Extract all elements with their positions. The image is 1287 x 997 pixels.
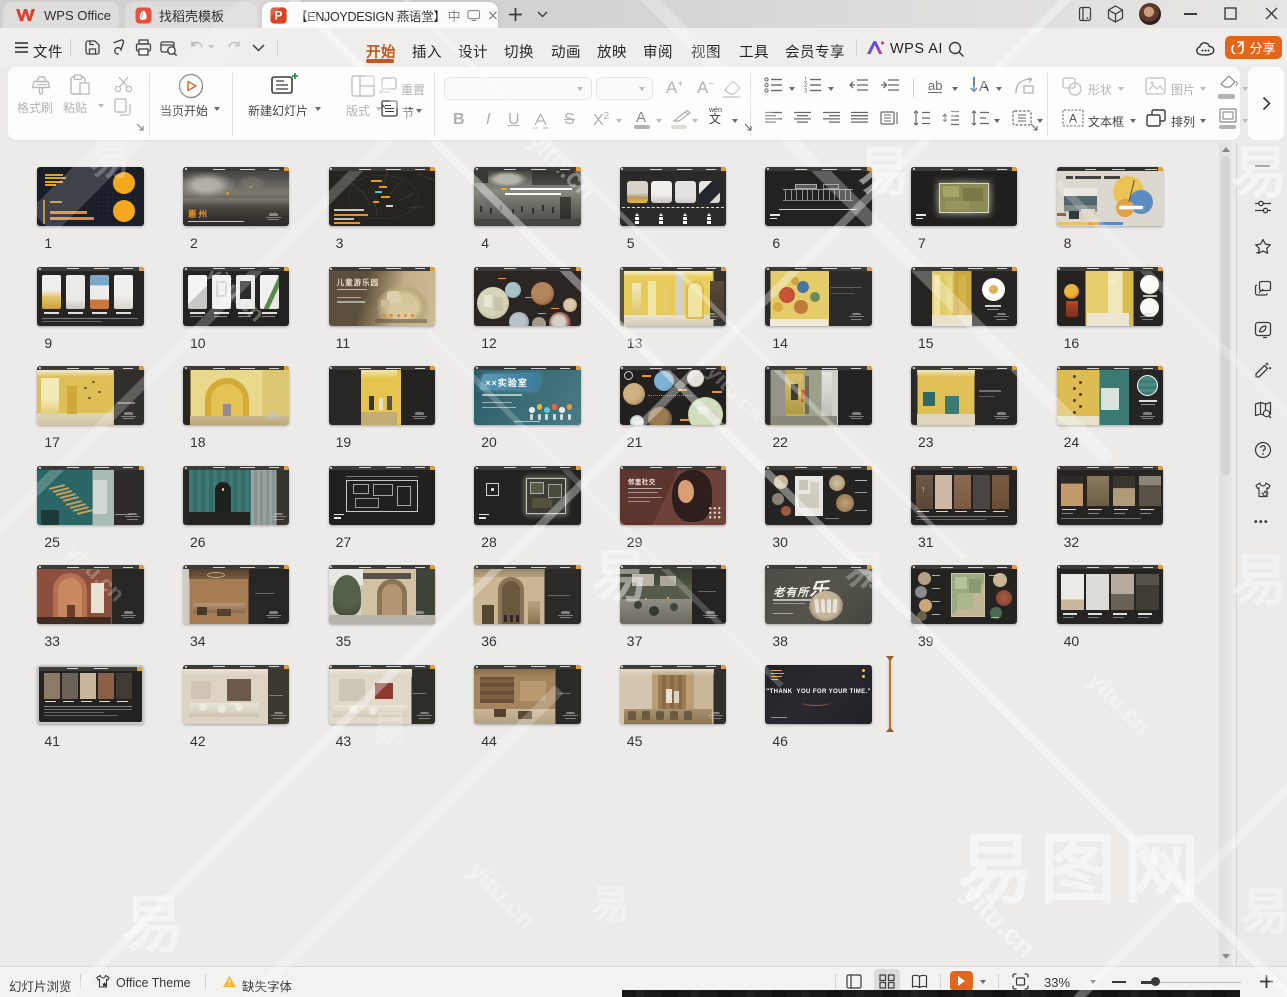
- svg-text:A: A: [979, 78, 989, 95]
- svg-text:P: P: [275, 9, 283, 22]
- svg-text:A: A: [1069, 112, 1077, 126]
- svg-text:3: 3: [804, 89, 808, 93]
